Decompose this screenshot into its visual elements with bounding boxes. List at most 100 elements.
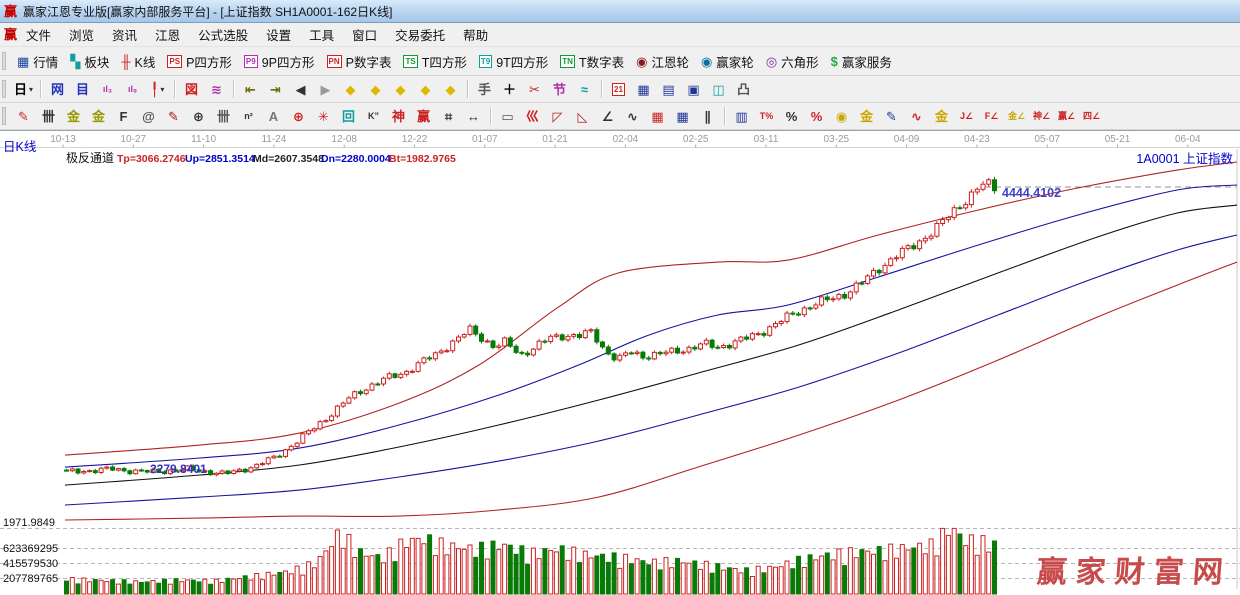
tool-notepad-icon[interactable]: ▤	[657, 79, 680, 100]
tool-star-box-icon[interactable]: ✳	[312, 106, 335, 127]
tool-save-icon[interactable]: ▣	[682, 79, 705, 100]
menu-item-trade-order[interactable]: 交易委托	[386, 23, 454, 46]
toolbar-p-square-button[interactable]: PSP四方形	[161, 50, 238, 73]
tool-percent-levels-icon[interactable]: %	[805, 106, 828, 127]
chart-area[interactable]: 10-1310-2711-1011-2412-0812-2201-0701-21…	[0, 130, 1240, 595]
tool-zoom-in-horizontal-icon[interactable]: ◆	[414, 79, 437, 100]
toolbar-p-number-table-button[interactable]: PNP数字表	[321, 50, 398, 73]
tool-gold-levels-icon[interactable]: 金	[855, 106, 878, 127]
tool-crosshair-icon[interactable]: ＋	[498, 79, 521, 100]
tool-win-grid-icon[interactable]: 赢	[412, 106, 435, 127]
winner-wheel-label: 赢家轮	[716, 52, 754, 71]
tool-print-icon[interactable]: 凸	[732, 79, 755, 100]
toolbar-gann-wheel-button[interactable]: ◉江恩轮	[630, 50, 695, 73]
tool-delete-line-icon[interactable]: ✂	[523, 79, 546, 100]
menu-item-tools[interactable]: 工具	[300, 23, 343, 46]
single-candle-selector-dropdown-arrow[interactable]: ▾	[160, 85, 164, 94]
tool-fan-corner-icon[interactable]: ◺	[571, 106, 594, 127]
tool-k-note-icon[interactable]: K”	[362, 106, 385, 127]
tool-circle-box-icon[interactable]: 回	[337, 106, 360, 127]
tool-parallel-lines-icon[interactable]: ∥	[696, 106, 719, 127]
toolbar-9p-square-button[interactable]: P99P四方形	[238, 50, 321, 73]
tool-gold-angle-icon[interactable]: 金∠	[1005, 106, 1028, 127]
tool-circle-compass-icon[interactable]: ⊕	[187, 106, 210, 127]
menu-item-settings[interactable]: 设置	[257, 23, 300, 46]
toolbar-winner-wheel-button[interactable]: ◉赢家轮	[695, 50, 760, 73]
tool-shen-grid-icon[interactable]: 神	[387, 106, 410, 127]
tool-fit-view-icon[interactable]: ◆	[439, 79, 462, 100]
tool-pan-left-icon[interactable]: ◆	[339, 79, 362, 100]
menu-item-window[interactable]: 窗口	[343, 23, 386, 46]
tool-first-bar-icon[interactable]: ⇤	[239, 79, 262, 100]
toolbar-t-number-table-button[interactable]: TNT数字表	[554, 50, 630, 73]
tool-width-measure-icon[interactable]: ↔	[462, 106, 485, 127]
date-tick-label: 01-21	[542, 134, 568, 145]
tool-calculator-icon[interactable]: ▦	[632, 79, 655, 100]
tool-count-grid-icon[interactable]: ⌗	[437, 106, 460, 127]
tool-calendar-icon[interactable]: 21	[607, 79, 630, 100]
toolbar-hexagon-button[interactable]: ◎六角形	[760, 50, 825, 73]
tool-red-mesh-icon[interactable]: ▦	[646, 106, 669, 127]
tool-red-marker-icon[interactable]: ✎	[162, 106, 185, 127]
tool-fan-box-icon[interactable]: ◸	[546, 106, 569, 127]
tool-wave-brain-icon[interactable]: ≈	[573, 79, 596, 100]
menu-item-gann[interactable]: 江恩	[146, 23, 189, 46]
toolbar-quotes-button[interactable]: ▦行情	[11, 50, 64, 73]
tool-f-grid-icon[interactable]: F	[112, 106, 135, 127]
tool-zoom-out-horizontal-icon[interactable]: ◆	[389, 79, 412, 100]
tool-prev-bar-icon[interactable]: ◀	[289, 79, 312, 100]
tool-bars-panel-icon[interactable]: ▥	[730, 106, 753, 127]
tool-gann-tool-purple-icon[interactable]: 节	[548, 79, 571, 100]
tool-win-angle-icon[interactable]: 赢∠	[1055, 106, 1078, 127]
tool-percent-icon[interactable]: %	[780, 106, 803, 127]
kline-chart-canvas[interactable]: 10-1310-2711-1011-2412-0812-2201-0701-21…	[0, 131, 1240, 595]
tool-fan-rays-icon[interactable]: 巛	[521, 106, 544, 127]
tool-save-remote-icon[interactable]: ◫	[707, 79, 730, 100]
tool-n-square-icon[interactable]: n²	[237, 106, 260, 127]
tool-target-red-icon[interactable]: ⊕	[287, 106, 310, 127]
tool-drag-hand-icon[interactable]: 手	[473, 79, 496, 100]
tool-f-angle-icon[interactable]: F∠	[980, 106, 1003, 127]
tool-rect-select-icon[interactable]: ▭	[496, 106, 519, 127]
tool-t-percent-icon[interactable]: T%	[755, 106, 778, 127]
toolbar-9t-square-button[interactable]: T99T四方形	[473, 50, 554, 73]
tool-gold-underline-icon[interactable]: 金	[930, 106, 953, 127]
tool-color-distribution-icon[interactable]: ≋	[205, 79, 228, 100]
tool-f10-text-icon[interactable]: 目	[71, 79, 94, 100]
tool-gann-grid-icon[interactable]: 卌	[37, 106, 60, 127]
tool-zigzag-icon[interactable]: ∿	[621, 106, 644, 127]
tool-mini-chart-9-icon[interactable]: ıl₉	[121, 79, 144, 100]
tool-pen-levels-icon[interactable]: ✎	[880, 106, 903, 127]
toolbar-sectors-button[interactable]: ▚板块	[64, 50, 115, 73]
toolbar-t-square-button[interactable]: TST四方形	[397, 50, 472, 73]
tool-mini-chart-3-icon[interactable]: ıl₃	[96, 79, 119, 100]
tool-red-frame-chart-icon[interactable]: 図	[180, 79, 203, 100]
tool-period-day-selector-icon[interactable]: 日▾	[12, 79, 35, 100]
tool-wave-band-icon[interactable]: ∿	[905, 106, 928, 127]
tool-grid-ruler-icon[interactable]: 卌	[212, 106, 235, 127]
toolbar-winner-service-button[interactable]: $赢家服务	[825, 50, 898, 73]
tool-mirror-a-icon[interactable]: A	[262, 106, 285, 127]
tool-gold-grid-b-icon[interactable]: 金	[87, 106, 110, 127]
tool-last-bar-icon[interactable]: ⇥	[264, 79, 287, 100]
tool-gold-grid-a-icon[interactable]: 金	[62, 106, 85, 127]
menu-item-news[interactable]: 资讯	[103, 23, 146, 46]
tool-angle-rays-icon[interactable]: ∠	[596, 106, 619, 127]
toolbar-kline-button[interactable]: ╫K线	[115, 50, 161, 73]
menu-item-file[interactable]: 文件	[17, 23, 60, 46]
tool-next-bar-icon[interactable]: ▶	[314, 79, 337, 100]
tool-j-angle-icon[interactable]: J∠	[955, 106, 978, 127]
tool-shen-angle-icon[interactable]: 神∠	[1030, 106, 1053, 127]
tool-mesh-arrow-icon[interactable]: ▦	[671, 106, 694, 127]
menu-item-formula-stock-pick[interactable]: 公式选股	[189, 23, 257, 46]
tool-spiral-icon[interactable]: @	[137, 106, 160, 127]
tool-si-angle-icon[interactable]: 四∠	[1080, 106, 1103, 127]
tool-single-candle-selector-icon[interactable]: ╿▾	[146, 79, 169, 100]
menu-item-browse[interactable]: 浏览	[60, 23, 103, 46]
tool-gold-circle-icon[interactable]: ◉	[830, 106, 853, 127]
menu-item-help[interactable]: 帮助	[454, 23, 497, 46]
tool-draw-pen-icon[interactable]: ✎	[12, 106, 35, 127]
tool-pan-right-icon[interactable]: ◆	[364, 79, 387, 100]
period-day-selector-dropdown-arrow[interactable]: ▾	[29, 85, 33, 94]
tool-pattern-window-icon[interactable]: 网	[46, 79, 69, 100]
